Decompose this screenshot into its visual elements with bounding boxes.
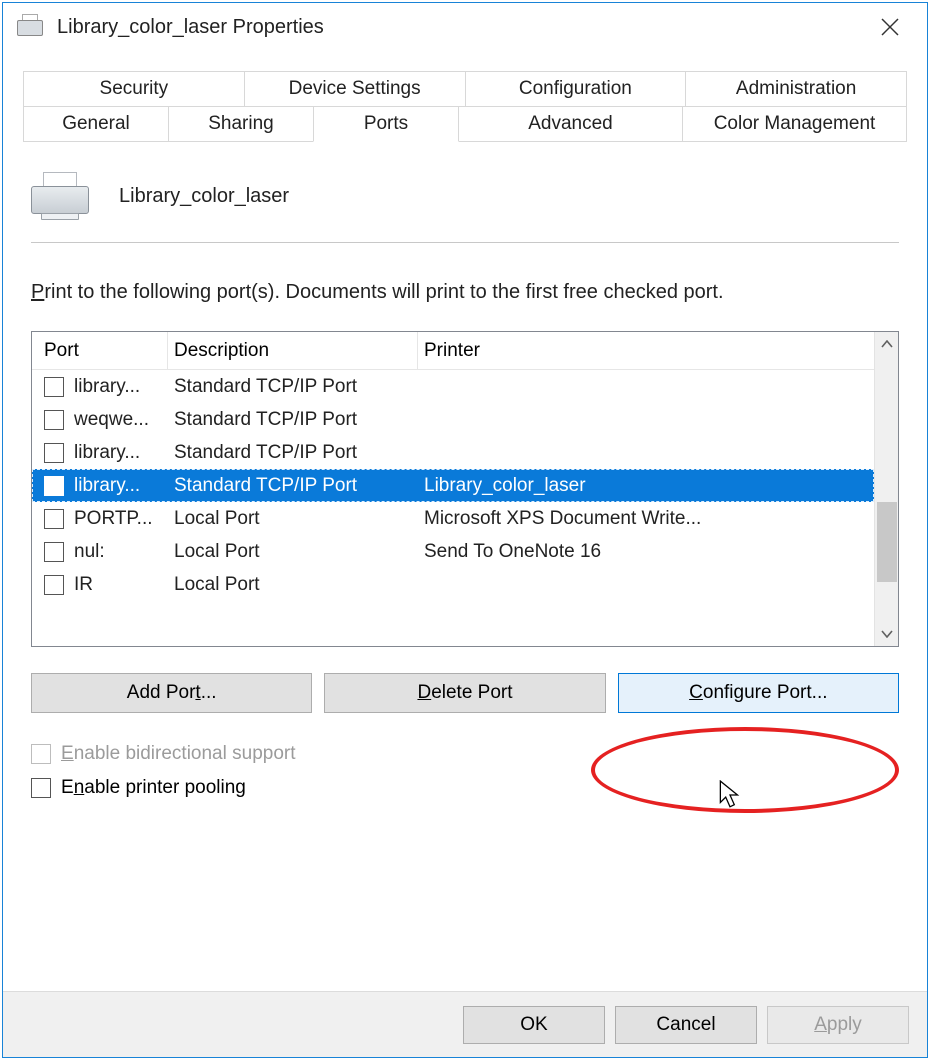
tab-strip: Security Device Settings Configuration A…	[23, 71, 907, 142]
port-description: Standard TCP/IP Port	[168, 376, 418, 398]
port-printer: Library_color_laser	[418, 475, 874, 497]
port-name: library...	[74, 475, 168, 497]
checkbox-icon[interactable]	[31, 778, 51, 798]
port-name: library...	[74, 442, 168, 464]
checkbox-icon	[31, 744, 51, 764]
port-description: Local Port	[168, 541, 418, 563]
port-row[interactable]: IRLocal Port	[32, 568, 874, 601]
scroll-thumb[interactable]	[877, 502, 897, 582]
port-name: library...	[74, 376, 168, 398]
port-checkbox[interactable]	[44, 410, 64, 430]
scroll-up-icon[interactable]	[875, 332, 898, 356]
tab-ports[interactable]: Ports	[313, 106, 459, 142]
port-description: Standard TCP/IP Port	[168, 442, 418, 464]
tab-configuration[interactable]: Configuration	[465, 71, 687, 106]
port-buttons: Add Port... Delete Port Configure Port..…	[31, 673, 899, 713]
port-printer: Send To OneNote 16	[418, 541, 874, 563]
enable-pooling-checkbox[interactable]: Enable printer pooling	[31, 777, 899, 799]
ports-panel: Library_color_laser Print to the followi…	[23, 142, 907, 799]
window-title: Library_color_laser Properties	[57, 16, 863, 39]
port-name: nul:	[74, 541, 168, 563]
printer-icon	[31, 172, 91, 220]
port-checkbox[interactable]	[44, 377, 64, 397]
enable-bidirectional-checkbox: Enable bidirectional support	[31, 743, 899, 765]
properties-dialog: Library_color_laser Properties Security …	[2, 2, 928, 1058]
port-description: Standard TCP/IP Port	[168, 409, 418, 431]
port-row[interactable]: library...Standard TCP/IP Port	[32, 370, 874, 403]
scroll-down-icon[interactable]	[875, 622, 898, 646]
port-name: weqwe...	[74, 409, 168, 431]
port-name: PORTP...	[74, 508, 168, 530]
add-port-button[interactable]: Add Port...	[31, 673, 312, 713]
tab-device-settings[interactable]: Device Settings	[244, 71, 466, 106]
tab-security[interactable]: Security	[23, 71, 245, 106]
cancel-button[interactable]: Cancel	[615, 1006, 757, 1044]
close-button[interactable]	[863, 7, 917, 47]
port-checkbox[interactable]	[44, 509, 64, 529]
configure-port-button[interactable]: Configure Port...	[618, 673, 899, 713]
port-checkbox[interactable]	[44, 443, 64, 463]
tab-general[interactable]: General	[23, 106, 169, 141]
delete-port-button[interactable]: Delete Port	[324, 673, 605, 713]
port-row[interactable]: PORTP...Local PortMicrosoft XPS Document…	[32, 502, 874, 535]
column-port[interactable]: Port	[32, 332, 168, 369]
printer-icon	[17, 14, 45, 40]
ok-button[interactable]: OK	[463, 1006, 605, 1044]
tab-advanced[interactable]: Advanced	[458, 106, 683, 141]
scrollbar[interactable]	[874, 332, 898, 646]
column-description[interactable]: Description	[168, 332, 418, 369]
titlebar: Library_color_laser Properties	[3, 3, 927, 51]
port-checkbox[interactable]	[44, 476, 64, 496]
column-printer[interactable]: Printer	[418, 332, 874, 369]
tab-color-management[interactable]: Color Management	[682, 106, 907, 141]
port-list[interactable]: Port Description Printer library...Stand…	[31, 331, 899, 647]
port-checkbox[interactable]	[44, 542, 64, 562]
port-description: Local Port	[168, 574, 418, 596]
divider	[31, 242, 899, 243]
port-row[interactable]: nul:Local PortSend To OneNote 16	[32, 535, 874, 568]
tab-administration[interactable]: Administration	[685, 71, 907, 106]
port-name: IR	[74, 574, 168, 596]
tab-sharing[interactable]: Sharing	[168, 106, 314, 141]
port-description: Standard TCP/IP Port	[168, 475, 418, 497]
port-row[interactable]: library...Standard TCP/IP PortLibrary_co…	[32, 469, 874, 502]
dialog-button-bar: OK Cancel Apply	[3, 991, 927, 1057]
port-list-header: Port Description Printer	[32, 332, 874, 370]
instruction-text: Print to the following port(s). Document…	[31, 277, 899, 307]
port-description: Local Port	[168, 508, 418, 530]
dialog-content: Security Device Settings Configuration A…	[3, 51, 927, 799]
port-row[interactable]: library...Standard TCP/IP Port	[32, 436, 874, 469]
printer-name: Library_color_laser	[119, 185, 289, 208]
close-icon	[881, 18, 899, 36]
apply-button: Apply	[767, 1006, 909, 1044]
port-checkbox[interactable]	[44, 575, 64, 595]
port-row[interactable]: weqwe...Standard TCP/IP Port	[32, 403, 874, 436]
printer-header: Library_color_laser	[31, 162, 899, 242]
port-printer: Microsoft XPS Document Write...	[418, 508, 874, 530]
